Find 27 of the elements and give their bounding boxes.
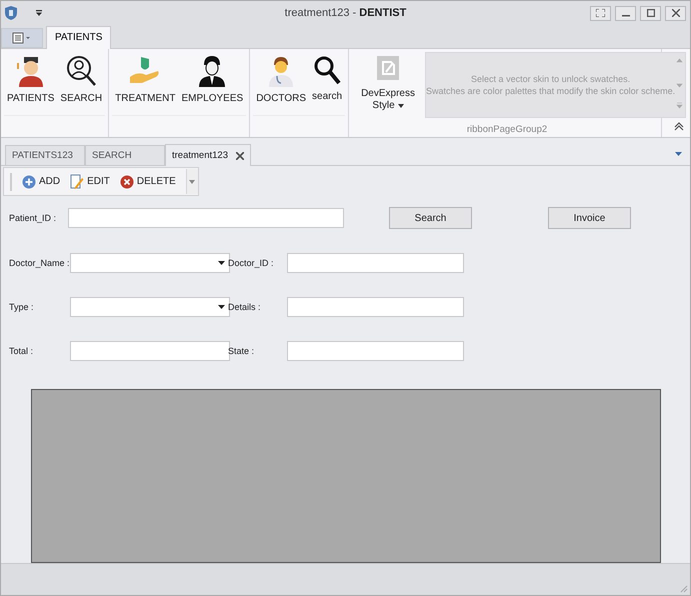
ribbon-button[interactable]: DOCTORS <box>253 52 310 115</box>
ribbon-button[interactable]: search <box>309 52 346 115</box>
field-label: Patient_ID : <box>9 213 58 224</box>
ribbon-button[interactable]: SEARCH <box>57 52 106 115</box>
field-label: Total : <box>9 346 34 356</box>
ribbon-button[interactable]: TREATMENT <box>112 52 178 115</box>
form-button[interactable]: Search <box>389 207 472 230</box>
field-label: Details : <box>228 302 262 312</box>
toolbar-button[interactable]: EDIT <box>70 174 110 190</box>
skin-style-button[interactable]: DevExpress Style <box>357 52 420 118</box>
gallery-message: Swatches are color palettes that modify the skin color scheme. <box>426 84 676 98</box>
gallery-message: Select a vector skin to unlock swatches. <box>471 72 630 85</box>
ribbon-button[interactable]: EMPLOYEES <box>178 52 246 115</box>
form-button[interactable]: Invoice <box>548 207 631 230</box>
ribbon-tab[interactable]: PATIENTS <box>46 26 112 49</box>
document-tab[interactable]: SEARCH <box>85 145 165 166</box>
document-tab[interactable]: treatment123 <box>165 144 251 166</box>
document-tab[interactable]: PATIENTS123 <box>5 145 85 166</box>
group-caption: ribbonPageGroup2 <box>466 124 548 135</box>
field-label: State : <box>228 346 256 356</box>
toolbar-button[interactable]: ADD <box>22 174 60 189</box>
ribbon-button[interactable]: PATIENTS <box>4 52 58 115</box>
toolbar-button[interactable]: DELETE <box>120 174 176 189</box>
field-label: Doctor_ID : <box>228 258 275 268</box>
window-title: treatment123 - DENTIST <box>284 7 406 20</box>
field-label: Doctor_Name : <box>9 258 68 268</box>
field-label: Type : <box>9 302 35 312</box>
